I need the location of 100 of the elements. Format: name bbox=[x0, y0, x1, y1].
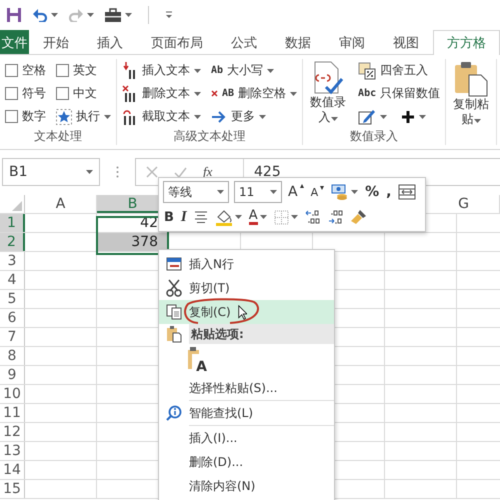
mouse-cursor-icon bbox=[238, 305, 247, 320]
ribbon-menu-button[interactable]: 截取文本 bbox=[122, 105, 201, 128]
caret-icon bbox=[234, 215, 242, 219]
insert-row-icon bbox=[166, 257, 182, 271]
caret-icon bbox=[474, 119, 481, 123]
paste-icon bbox=[166, 325, 182, 343]
checkbox-label: 空格 bbox=[22, 62, 46, 79]
group-label: 高级文本处理 bbox=[172, 128, 247, 145]
extract-text-icon bbox=[122, 108, 138, 126]
accounting-format-button[interactable] bbox=[330, 184, 360, 200]
decrease-decimal-button[interactable] bbox=[326, 209, 345, 225]
ribbon-tab[interactable]: 插入 bbox=[83, 30, 137, 54]
menu-item[interactable]: 删除(D)... bbox=[159, 450, 334, 474]
group-label: 数值录入 bbox=[349, 128, 400, 145]
caret-icon bbox=[104, 114, 111, 118]
paste-option-button[interactable]: A bbox=[187, 346, 207, 374]
ribbon-menu-button[interactable]: 执行 bbox=[56, 105, 111, 128]
caret-icon bbox=[260, 215, 267, 219]
clipboard-icon bbox=[453, 61, 490, 97]
checkbox-label: 中文 bbox=[73, 85, 97, 102]
ribbon-tab[interactable]: 开始 bbox=[29, 30, 83, 54]
menu-item[interactable]: 选择性粘贴(S)... bbox=[159, 376, 334, 400]
shrink-font-button[interactable]: A bbox=[310, 186, 326, 198]
ribbon-menu-button[interactable]: Ab 大小写 bbox=[211, 59, 298, 82]
file-tab[interactable]: 文件 bbox=[0, 30, 29, 54]
align-center-button[interactable] bbox=[192, 211, 209, 223]
caret-icon bbox=[86, 170, 93, 174]
menu-item[interactable]: 清除内容(N) bbox=[159, 474, 334, 498]
toolbox-icon bbox=[104, 8, 122, 22]
menu-item[interactable]: 复制(C) bbox=[159, 300, 334, 324]
icon-letters: Ab bbox=[211, 65, 224, 76]
plus-icon bbox=[401, 110, 416, 124]
checkbox[interactable] bbox=[56, 87, 69, 100]
scissors-icon bbox=[166, 279, 182, 297]
undo-icon bbox=[32, 8, 48, 22]
smart-lookup-icon bbox=[166, 405, 182, 421]
caret-icon bbox=[290, 92, 298, 96]
font-name-field[interactable]: 等线 bbox=[163, 181, 229, 203]
customize-toolbar-icon[interactable] bbox=[163, 9, 175, 21]
fill-color-button[interactable] bbox=[214, 208, 243, 226]
menu-section-header: 粘贴选项: bbox=[189, 324, 334, 344]
caret-icon bbox=[330, 117, 338, 121]
ribbon-menu-button[interactable]: 更多 bbox=[211, 105, 298, 128]
caret-icon bbox=[419, 114, 426, 118]
ribbon-tab[interactable]: 视图 bbox=[379, 30, 433, 54]
checkbox[interactable] bbox=[5, 110, 18, 123]
icon-letters: AB bbox=[222, 88, 234, 99]
ribbon-tab[interactable]: 数据 bbox=[271, 30, 325, 54]
checkbox[interactable] bbox=[5, 64, 18, 77]
row-header[interactable]: 1 bbox=[0, 214, 25, 232]
checkbox[interactable] bbox=[56, 64, 69, 77]
ribbon-menu-button[interactable]: 插入文本 bbox=[122, 59, 201, 82]
ribbon-tab[interactable]: 审阅 bbox=[325, 30, 379, 54]
caret-icon bbox=[380, 114, 388, 118]
table-cell: 378 bbox=[97, 233, 169, 251]
ribbon-tab[interactable]: 方方格 bbox=[433, 30, 500, 55]
save-icon[interactable] bbox=[4, 5, 24, 25]
checkbox-label: 英文 bbox=[73, 62, 97, 79]
checkbox[interactable] bbox=[5, 87, 18, 100]
caret-icon bbox=[194, 114, 201, 118]
borders-button[interactable] bbox=[272, 210, 299, 224]
wrap-text-button[interactable] bbox=[397, 184, 418, 200]
caret-icon bbox=[87, 13, 94, 17]
ribbon-menu-button[interactable]: AB 删除空格 bbox=[211, 82, 298, 105]
drag-handle-icon[interactable] bbox=[116, 166, 119, 178]
ribbon-tab[interactable]: 公式 bbox=[217, 30, 271, 54]
down-triangle-icon bbox=[320, 186, 324, 190]
menu-item[interactable]: 智能查找(L) bbox=[159, 401, 334, 425]
group-label: 文本处理 bbox=[33, 128, 83, 145]
caret-icon bbox=[290, 215, 298, 219]
increase-decimal-button[interactable] bbox=[304, 209, 322, 225]
star-icon bbox=[56, 108, 72, 124]
italic-button[interactable]: I bbox=[180, 208, 188, 226]
format-button[interactable]: % bbox=[364, 184, 380, 200]
ribbon-button[interactable]: Abc 只保留数值 bbox=[358, 82, 440, 105]
redo-button[interactable] bbox=[66, 6, 96, 24]
format-painter-button[interactable] bbox=[350, 209, 368, 225]
font-color-button[interactable]: A bbox=[248, 210, 268, 224]
delete-text-icon bbox=[122, 84, 138, 102]
ribbon-button[interactable]: 四舍五入 bbox=[358, 59, 440, 82]
copy-icon bbox=[166, 304, 182, 320]
icon-letters: Abc bbox=[358, 88, 376, 99]
ribbon-large-button[interactable]: 复制粘贴 bbox=[451, 59, 492, 129]
toolbox-button[interactable] bbox=[102, 6, 134, 24]
ribbon-large-button[interactable]: 数值录入 bbox=[308, 59, 348, 127]
row-header[interactable]: 2 bbox=[0, 233, 25, 251]
ribbon-tab[interactable]: 页面布局 bbox=[137, 30, 217, 54]
formula-value[interactable]: 425 bbox=[244, 164, 281, 180]
name-box[interactable]: B1 bbox=[2, 158, 100, 186]
table-percent-icon bbox=[358, 62, 376, 80]
redo-icon bbox=[68, 8, 84, 22]
font-size-field[interactable]: 11 bbox=[234, 181, 282, 203]
menu-item[interactable]: 插入N行 bbox=[159, 252, 334, 276]
edit-icon bbox=[358, 108, 376, 126]
menu-item[interactable]: 插入(I)... bbox=[159, 426, 334, 450]
ribbon-menu-button[interactable]: 删除文本 bbox=[122, 82, 201, 105]
format-button[interactable]: , bbox=[385, 184, 392, 200]
grow-font-button[interactable]: A bbox=[287, 184, 305, 200]
caret-icon bbox=[51, 13, 58, 17]
menu-item[interactable]: 剪切(T) bbox=[159, 276, 334, 300]
